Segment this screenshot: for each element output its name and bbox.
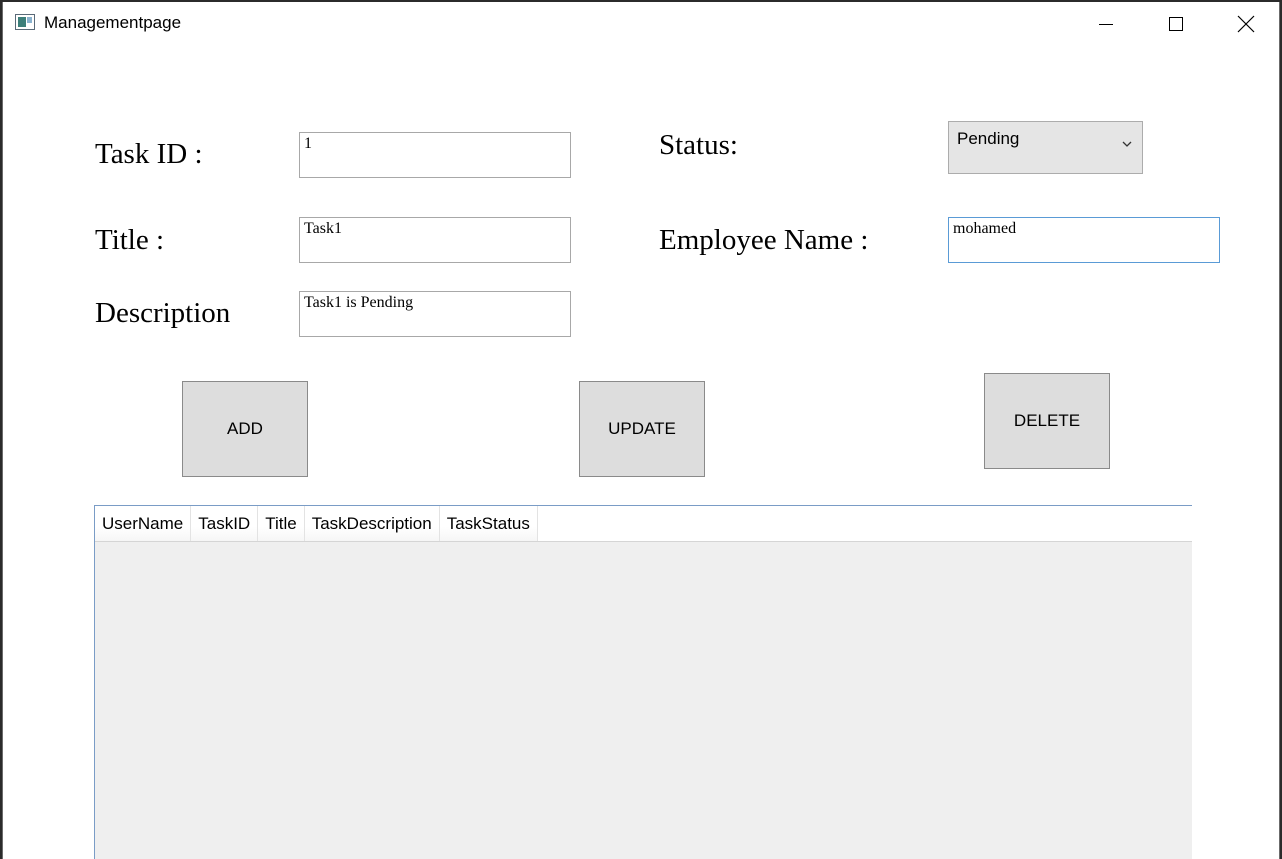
column-header-taskstatus[interactable]: TaskStatus xyxy=(439,506,538,541)
minimize-icon xyxy=(1099,24,1113,25)
status-dropdown[interactable]: Pending xyxy=(948,121,1143,174)
title-label: Title : xyxy=(95,224,165,256)
grid-body[interactable] xyxy=(95,542,1192,859)
chevron-down-icon xyxy=(1122,141,1132,147)
maximize-button[interactable] xyxy=(1141,2,1211,46)
update-button[interactable]: UPDATE xyxy=(579,381,705,477)
column-header-username[interactable]: UserName xyxy=(95,506,192,541)
column-header-taskdescription[interactable]: TaskDescription xyxy=(304,506,440,541)
add-button[interactable]: ADD xyxy=(182,381,308,477)
title-bar[interactable]: Managementpage xyxy=(3,2,1279,46)
status-selected-value: Pending xyxy=(957,129,1020,148)
task-id-input[interactable]: 1 xyxy=(299,132,571,178)
description-label: Description xyxy=(95,297,231,329)
app-icon xyxy=(15,14,35,30)
delete-button[interactable]: DELETE xyxy=(984,373,1110,469)
management-window: Managementpage Task ID : Title : Descrip… xyxy=(2,2,1280,859)
minimize-button[interactable] xyxy=(1071,2,1141,46)
close-icon xyxy=(1237,15,1255,33)
employee-name-label: Employee Name : xyxy=(659,224,869,256)
close-button[interactable] xyxy=(1211,2,1279,46)
task-id-label: Task ID : xyxy=(95,138,203,170)
status-label: Status: xyxy=(659,129,738,161)
employee-name-input[interactable]: mohamed xyxy=(948,217,1220,263)
tasks-data-grid[interactable]: UserName TaskID Title TaskDescription Ta… xyxy=(94,505,1192,859)
maximize-icon xyxy=(1169,17,1183,31)
column-header-title[interactable]: Title xyxy=(258,506,305,541)
grid-header: UserName TaskID Title TaskDescription Ta… xyxy=(95,506,1192,542)
description-input[interactable]: Task1 is Pending xyxy=(299,291,571,337)
title-input[interactable]: Task1 xyxy=(299,217,571,263)
window-title: Managementpage xyxy=(44,13,182,32)
column-header-taskid[interactable]: TaskID xyxy=(191,506,259,541)
